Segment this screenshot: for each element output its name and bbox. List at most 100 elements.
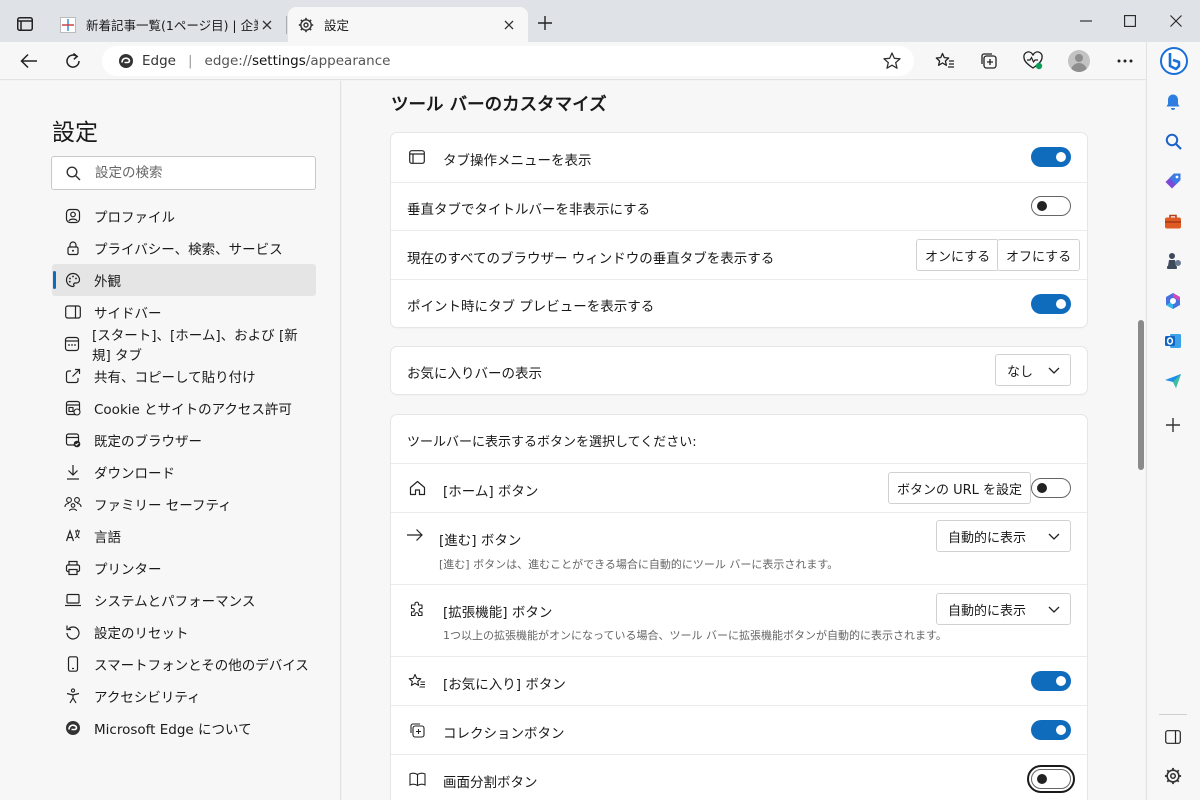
sidebar-icon (64, 303, 82, 321)
set-button-url-button[interactable]: ボタンの URL を設定 (888, 472, 1032, 504)
home-icon (407, 478, 427, 498)
sidebar-item-phone-devices[interactable]: スマートフォンとその他のデバイス (52, 648, 316, 680)
sidebar-item-about-edge[interactable]: Microsoft Edge について (52, 712, 316, 744)
drop-send-icon[interactable] (1160, 368, 1186, 394)
back-arrow-icon[interactable] (15, 47, 43, 75)
split-screen-button-toggle[interactable] (1027, 765, 1075, 793)
edge-logo-icon (64, 719, 82, 737)
bing-copilot-icon[interactable] (1159, 46, 1189, 76)
turn-on-button[interactable]: オンにする (916, 239, 1000, 271)
favorites-bar-row: お気に入りバーの表示 なし (391, 347, 1087, 394)
favorites-button-row: [お気に入り] ボタン (391, 656, 1087, 705)
sidebar-item-share-copy-paste[interactable]: 共有、コピーして貼り付け (52, 360, 316, 392)
maximize-icon[interactable] (1117, 8, 1143, 34)
favorites-button-toggle[interactable] (1031, 671, 1071, 691)
tab-preview-row: ポイント時にタブ プレビューを表示する (391, 279, 1087, 327)
more-options-icon[interactable] (1111, 47, 1139, 75)
sidebar-item-reset-settings[interactable]: 設定のリセット (52, 616, 316, 648)
sidebar-item-family-safety[interactable]: ファミリー セーフティ (52, 488, 316, 520)
settings-search-box[interactable] (51, 156, 316, 190)
games-chess-icon[interactable] (1160, 248, 1186, 274)
sidebar-item-start-home-newtab[interactable]: [スタート]、[ホーム]、および [新規] タブ (52, 328, 316, 364)
refresh-icon[interactable] (59, 47, 87, 75)
favorites-icon[interactable] (931, 47, 959, 75)
tab-divider (286, 16, 287, 34)
profile-icon (64, 207, 82, 225)
sidebar-item-label: プライバシー、検索、サービス (94, 242, 283, 258)
browser-essentials-icon[interactable] (1019, 47, 1047, 75)
settings-search-input[interactable] (95, 165, 295, 181)
printer-icon (64, 559, 82, 577)
close-tab-icon[interactable] (258, 16, 276, 34)
settings-content: ツール バーのカスタマイズ タブ操作メニューを表示 垂直タブでタイトルバーを非表… (342, 81, 1143, 800)
home-button-toggle[interactable] (1031, 478, 1071, 498)
tab-actions-icon[interactable] (10, 10, 40, 38)
sidebar-item-accessibility[interactable]: アクセシビリティ (52, 680, 316, 712)
sidebar-item-printers[interactable]: プリンター (52, 552, 316, 584)
laptop-icon (64, 591, 82, 609)
hide-title-bar-toggle[interactable] (1031, 196, 1071, 216)
sidebar-item-system-performance[interactable]: システムとパフォーマンス (52, 584, 316, 616)
turn-off-button[interactable]: オフにする (997, 239, 1081, 271)
sidebar-item-languages[interactable]: 言語 (52, 520, 316, 552)
sidebar-item-label: Cookie とサイトのアクセス許可 (94, 402, 292, 418)
content-scrollbar-thumb[interactable] (1138, 320, 1144, 470)
hide-title-bar-row: 垂直タブでタイトルバーを非表示にする (391, 182, 1087, 230)
tab-title: 設定 (324, 18, 350, 33)
extensions-button-description: 1つ以上の拡張機能がオンになっている場合、ツール バーに拡張機能ボタンが自動的に… (443, 629, 947, 642)
section-title: ツール バーのカスタマイズ (391, 95, 607, 115)
sidebar-item-cookies-permissions[interactable]: Cookie とサイトのアクセス許可 (52, 392, 316, 424)
sidebar-item-profile[interactable]: プロファイル (52, 200, 316, 232)
sidebar-item-label: 言語 (94, 530, 121, 546)
forward-button-dropdown[interactable]: 自動的に表示 (936, 520, 1071, 552)
notifications-bell-icon[interactable] (1160, 89, 1186, 115)
split-screen-button-label: 画面分割ボタン (443, 775, 538, 791)
outlook-icon[interactable] (1160, 328, 1186, 354)
add-favorite-star-icon[interactable] (882, 51, 902, 75)
tab-action-menu-toggle[interactable] (1031, 147, 1071, 167)
sidebar-item-privacy[interactable]: プライバシー、検索、サービス (52, 232, 316, 264)
accessibility-icon (64, 687, 82, 705)
favorites-bar-dropdown[interactable]: なし (995, 354, 1071, 386)
tab-action-menu-row: タブ操作メニューを表示 (391, 133, 1087, 182)
lock-icon (64, 239, 82, 257)
split-screen-button-row: 画面分割ボタン (391, 754, 1087, 800)
default-browser-icon (64, 431, 82, 449)
chevron-down-icon (1048, 603, 1060, 619)
collections-icon[interactable] (975, 47, 1003, 75)
tab-bar: 新着記事一覧(1ページ目) | 企業IT 設定 (0, 0, 1200, 42)
sidebar-divider (1159, 714, 1187, 715)
sidebar-item-appearance[interactable]: 外観 (52, 264, 316, 296)
favorites-bar-value: なし (1007, 364, 1034, 380)
extensions-button-dropdown[interactable]: 自動的に表示 (936, 593, 1071, 625)
profile-avatar-icon[interactable] (1068, 50, 1090, 72)
address-bar[interactable]: Edge | edge://settings/appearance (102, 46, 914, 76)
tab-title: 新着記事一覧(1ページ目) | 企業IT (86, 18, 258, 33)
tab-settings[interactable]: 設定 (288, 7, 528, 42)
cookie-icon (64, 399, 82, 417)
tab-preview-toggle[interactable] (1031, 294, 1071, 314)
shopping-tag-icon[interactable] (1160, 168, 1186, 194)
sidebar-item-downloads[interactable]: ダウンロード (52, 456, 316, 488)
collections-button-toggle[interactable] (1031, 720, 1071, 740)
tab-itmedia[interactable]: 新着記事一覧(1ページ目) | 企業IT (50, 7, 286, 42)
collections-button-label: コレクションボタン (443, 726, 565, 742)
search-icon[interactable] (1160, 128, 1186, 154)
tools-briefcase-icon[interactable] (1160, 208, 1186, 234)
new-tab-plus-icon[interactable] (533, 11, 557, 35)
hide-sidebar-icon[interactable] (1160, 724, 1186, 750)
minimize-icon[interactable] (1073, 8, 1099, 34)
sidebar-settings-gear-icon[interactable] (1160, 763, 1186, 789)
extensions-button-value: 自動的に表示 (948, 603, 1027, 619)
close-window-icon[interactable] (1163, 8, 1189, 34)
microsoft-365-icon[interactable] (1160, 288, 1186, 314)
sidebar-item-label: サイドバー (94, 306, 162, 322)
sidebar-item-default-browser[interactable]: 既定のブラウザー (52, 424, 316, 456)
extensions-button-row: [拡張機能] ボタン 1つ以上の拡張機能がオンになっている場合、ツール バーに拡… (391, 584, 1087, 656)
collections-icon (407, 720, 427, 740)
close-tab-icon[interactable] (500, 16, 518, 34)
sidebar-item-label: 外観 (94, 274, 121, 290)
split-screen-icon (407, 769, 427, 789)
add-sidebar-app-plus-icon[interactable] (1160, 412, 1186, 438)
vertical-tabs-all-windows-row: 現在のすべてのブラウザー ウィンドウの垂直タブを表示する オンにする オフにする (391, 230, 1087, 279)
